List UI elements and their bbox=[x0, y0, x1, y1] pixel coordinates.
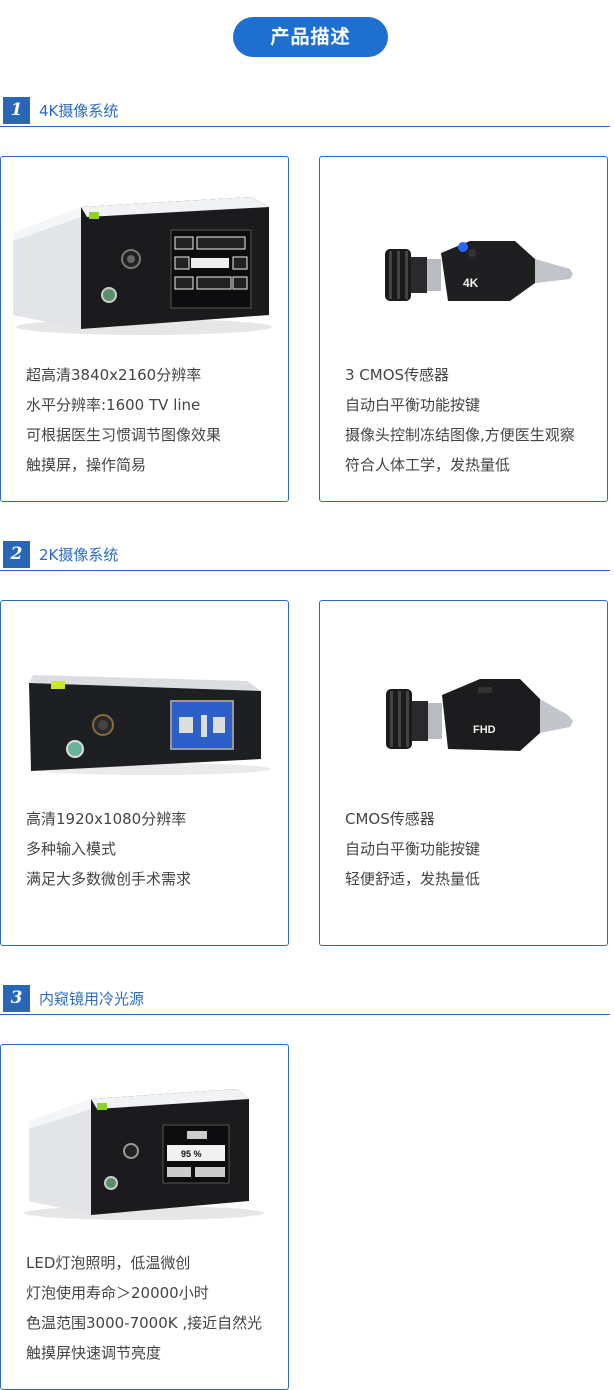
feature-item: 触摸屏，操作简易 bbox=[26, 456, 147, 474]
section-number: 3 bbox=[3, 985, 30, 1012]
feature-item: 色温范围3000-7000K ,接近自然光 bbox=[26, 1314, 263, 1332]
head-label-text: FHD bbox=[473, 724, 496, 736]
feature-list: 3 CMOS传感器 自动白平衡功能按键 摄像头控制冻结图像,方便医生观察 符合人… bbox=[345, 360, 575, 480]
feature-item: 3 CMOS传感器 bbox=[345, 366, 450, 384]
section-title: 2K摄像系统 bbox=[39, 546, 119, 564]
feature-item: 触摸屏快速调节亮度 bbox=[26, 1344, 162, 1362]
feature-item: 水平分辨率:1600 TV line bbox=[26, 396, 201, 414]
camera-head-image: 4K bbox=[385, 241, 573, 301]
feature-item: 超高清3840x2160分辨率 bbox=[26, 366, 202, 384]
feature-list: CMOS传感器 自动白平衡功能按键 轻便舒适，发热量低 bbox=[345, 804, 480, 894]
feature-list: 超高清3840x2160分辨率 水平分辨率:1600 TV line 可根据医生… bbox=[26, 360, 221, 480]
feature-item: 可根据医生习惯调节图像效果 bbox=[26, 426, 222, 444]
feature-item: 灯泡使用寿命＞20000小时 bbox=[26, 1284, 209, 1302]
light-source-image: 95 % bbox=[24, 1089, 264, 1220]
product-card-4k-head: 4K 3 CMOS传感器 自动白平衡功能按键 摄像头控制冻结图像,方便医生观察 … bbox=[319, 156, 608, 502]
section-number: 1 bbox=[3, 97, 30, 124]
section-title: 4K摄像系统 bbox=[39, 102, 119, 120]
product-card-light-source: 95 % LED灯泡照明，低温微创 灯泡使用寿命＞20000小时 色温范围300… bbox=[0, 1044, 289, 1390]
camera-head-image: FHD bbox=[386, 679, 573, 751]
feature-item: 满足大多数微创手术需求 bbox=[26, 870, 192, 888]
feature-list: LED灯泡照明，低温微创 灯泡使用寿命＞20000小时 色温范围3000-700… bbox=[26, 1248, 262, 1368]
page-title: 产品描述 bbox=[233, 17, 388, 57]
feature-item: 轻便舒适，发热量低 bbox=[345, 870, 481, 888]
section-number: 2 bbox=[3, 541, 30, 568]
feature-item: CMOS传感器 bbox=[345, 810, 435, 828]
feature-item: 多种输入模式 bbox=[26, 840, 117, 858]
section-header-2k: 2 2K摄像系统 bbox=[0, 541, 610, 571]
feature-item: LED灯泡照明，低温微创 bbox=[26, 1254, 191, 1272]
product-card-2k-host: 高清1920x1080分辨率 多种输入模式 满足大多数微创手术需求 bbox=[0, 600, 289, 946]
section-header-light-source: 3 内窥镜用冷光源 bbox=[0, 985, 610, 1015]
feature-item: 摄像头控制冻结图像,方便医生观察 bbox=[345, 426, 575, 444]
product-card-fhd-head: FHD CMOS传感器 自动白平衡功能按键 轻便舒适，发热量低 bbox=[319, 600, 608, 946]
brightness-value-text: 95 % bbox=[181, 1149, 202, 1159]
camera-host-image bbox=[29, 675, 271, 775]
feature-item: 自动白平衡功能按键 bbox=[345, 840, 481, 858]
product-card-4k-host: 超高清3840x2160分辨率 水平分辨率:1600 TV line 可根据医生… bbox=[0, 156, 289, 502]
feature-item: 符合人体工学，发热量低 bbox=[345, 456, 511, 474]
camera-host-image bbox=[13, 197, 272, 335]
feature-item: 高清1920x1080分辨率 bbox=[26, 810, 187, 828]
head-label-text: 4K bbox=[463, 276, 479, 290]
feature-item: 自动白平衡功能按键 bbox=[345, 396, 481, 414]
section-title: 内窥镜用冷光源 bbox=[39, 990, 145, 1008]
feature-list: 高清1920x1080分辨率 多种输入模式 满足大多数微创手术需求 bbox=[26, 804, 191, 894]
section-header-4k: 1 4K摄像系统 bbox=[0, 97, 610, 127]
